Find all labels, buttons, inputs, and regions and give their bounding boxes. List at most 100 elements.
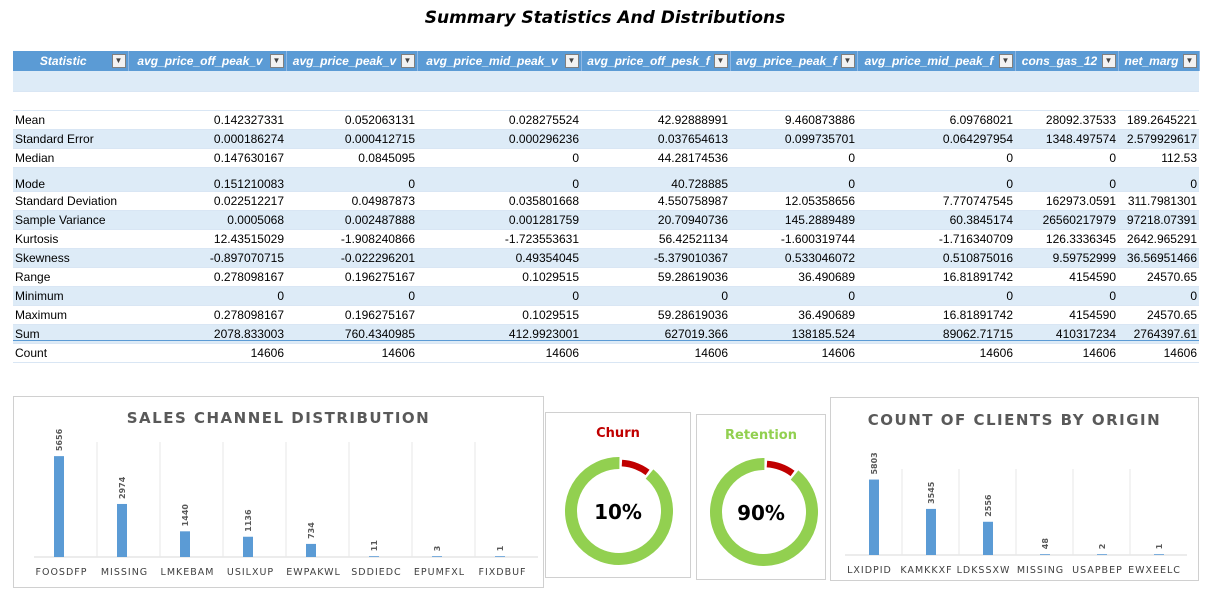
table-cell: 60.3845174 <box>857 210 1015 230</box>
bar <box>117 503 127 557</box>
column-header[interactable]: avg_price_peak_f ▼ <box>730 51 858 71</box>
bar <box>869 479 879 555</box>
donut-segment <box>766 460 795 477</box>
table-row: Mode 0.151210083 0 0 40.728885 0 0 0 0 <box>13 167 1199 192</box>
column-header[interactable]: net_marg ▼ <box>1118 51 1200 71</box>
table-cell: 24570.65 <box>1118 267 1199 287</box>
table-cell: -0.897070715 <box>128 248 286 268</box>
table-cell: 12.43515029 <box>128 229 286 249</box>
column-header[interactable]: avg_price_off_peak_v ▼ <box>128 51 287 71</box>
table-header-row: Statistic ▼ avg_price_off_peak_v ▼ avg_price… <box>13 51 1200 71</box>
churn-donut <box>565 456 673 565</box>
table-cell: 4.550758987 <box>581 191 730 211</box>
table-cell: 28092.37533 <box>1015 110 1118 130</box>
table-cell: 0 <box>1118 167 1199 192</box>
column-header-label: avg_price_peak_f <box>736 54 837 68</box>
filter-dropdown-icon[interactable]: ▼ <box>564 54 579 68</box>
column-header-label: Statistic <box>39 54 87 68</box>
table-cell: -0.022296201 <box>286 248 417 268</box>
table-cell <box>857 71 1015 92</box>
table-cell: 0 <box>417 286 581 306</box>
row-label: Mode <box>13 167 128 192</box>
row-label: Standard Error <box>13 129 128 149</box>
column-header[interactable]: avg_price_off_pesk_f ▼ <box>581 51 731 71</box>
filter-dropdown-icon[interactable]: ▼ <box>1101 54 1116 68</box>
table-cell: 0.064297954 <box>857 129 1015 149</box>
column-header[interactable]: Statistic ▼ <box>13 51 129 71</box>
filter-dropdown-icon[interactable]: ▼ <box>1182 54 1197 68</box>
table-cell: -1.723553631 <box>417 229 581 249</box>
filter-dropdown-icon[interactable]: ▼ <box>269 54 284 68</box>
row-label: Mean <box>13 110 128 130</box>
column-header[interactable]: avg_price_mid_peak_v ▼ <box>417 51 582 71</box>
column-header-label: avg_price_mid_peak_f <box>864 54 994 68</box>
table-cell <box>13 71 128 92</box>
bar-value-label: 2974 <box>118 476 127 499</box>
row-label: Count <box>13 343 128 363</box>
table-cell <box>581 91 730 111</box>
table-cell: 0.000296236 <box>417 129 581 149</box>
table-cell: 0 <box>857 148 1015 168</box>
filter-dropdown-icon[interactable]: ▼ <box>400 54 415 68</box>
bar-value-label: 734 <box>307 522 316 539</box>
table-cell: 14606 <box>128 343 286 363</box>
table-cell: 6.09768021 <box>857 110 1015 130</box>
table-row: Median 0.147630167 0.0845095 0 44.28174536 0 0… <box>13 148 1199 168</box>
bar <box>369 556 379 557</box>
table-cell: 56.42521134 <box>581 229 730 249</box>
table-cell: 36.490689 <box>730 305 857 325</box>
bar <box>180 531 190 557</box>
category-label: MISSING <box>101 567 148 578</box>
table-cell: 14606 <box>857 343 1015 363</box>
table-cell: 9.59752999 <box>1015 248 1118 268</box>
bar <box>243 536 253 557</box>
category-label: USILXUP <box>227 567 274 578</box>
table-cell: 0.000412715 <box>286 129 417 149</box>
row-label: Minimum <box>13 286 128 306</box>
table-cell: 0.1029515 <box>417 267 581 287</box>
table-cell <box>1118 91 1199 111</box>
bar <box>1040 554 1050 555</box>
column-header-label: cons_gas_12 <box>1021 54 1098 68</box>
table-cell: 0.49354045 <box>417 248 581 268</box>
table-cell: 126.3336345 <box>1015 229 1118 249</box>
filter-dropdown-icon[interactable]: ▼ <box>998 54 1013 68</box>
column-header[interactable]: avg_price_peak_v ▼ <box>286 51 418 71</box>
bar-value-label: 1440 <box>181 504 190 527</box>
column-header[interactable]: avg_price_mid_peak_f ▼ <box>857 51 1016 71</box>
bar-value-label: 1136 <box>244 509 253 532</box>
bar-value-label: 2 <box>1098 544 1107 550</box>
page-title: Summary Statistics And Distributions <box>424 8 786 28</box>
table-cell: 0.028275524 <box>417 110 581 130</box>
churn-panel[interactable]: Churn 10% <box>545 412 691 578</box>
table-cell <box>730 71 857 92</box>
table-cell: 0.037654613 <box>581 129 730 149</box>
filter-dropdown-icon[interactable]: ▼ <box>840 54 855 68</box>
clients-origin-panel[interactable]: COUNT OF CLIENTS BY ORIGIN 5803 LXIDPID 35… <box>830 397 1199 581</box>
category-label: FIXDBUF <box>478 567 526 578</box>
table-cell: 0.147630167 <box>128 148 286 168</box>
table-cell: 0 <box>286 167 417 192</box>
table-cell: 0 <box>1118 286 1199 306</box>
sales-channel-panel[interactable]: SALES CHANNEL DISTRIBUTION 5656 FOOSDFP 29… <box>13 396 544 588</box>
table-cell: 0.022512217 <box>128 191 286 211</box>
column-header-label: net_marg <box>1124 54 1179 68</box>
table-row: Sample Variance 0.0005068 0.002487888 0.001… <box>13 210 1199 230</box>
bar <box>926 508 936 555</box>
table-cell <box>128 71 286 92</box>
filter-dropdown-icon[interactable]: ▼ <box>111 54 126 68</box>
row-label: Range <box>13 267 128 287</box>
sales-channel-chart: 5656 FOOSDFP 2974 MISSING 1440 LMKEBAM 1136 USI… <box>34 428 538 578</box>
table-cell: 24570.65 <box>1118 305 1199 325</box>
table-cell: 0 <box>857 286 1015 306</box>
retention-panel[interactable]: Retention 90% <box>696 414 826 580</box>
table-cell <box>417 71 581 92</box>
table-cell: 0 <box>730 286 857 306</box>
filter-dropdown-icon[interactable]: ▼ <box>713 54 728 68</box>
table-cell: 0.1029515 <box>417 305 581 325</box>
bar <box>54 456 64 557</box>
table-cell <box>13 91 128 111</box>
column-header[interactable]: cons_gas_12 ▼ <box>1015 51 1119 71</box>
table-cell: 0.510875016 <box>857 248 1015 268</box>
table-cell: 1348.497574 <box>1015 129 1118 149</box>
